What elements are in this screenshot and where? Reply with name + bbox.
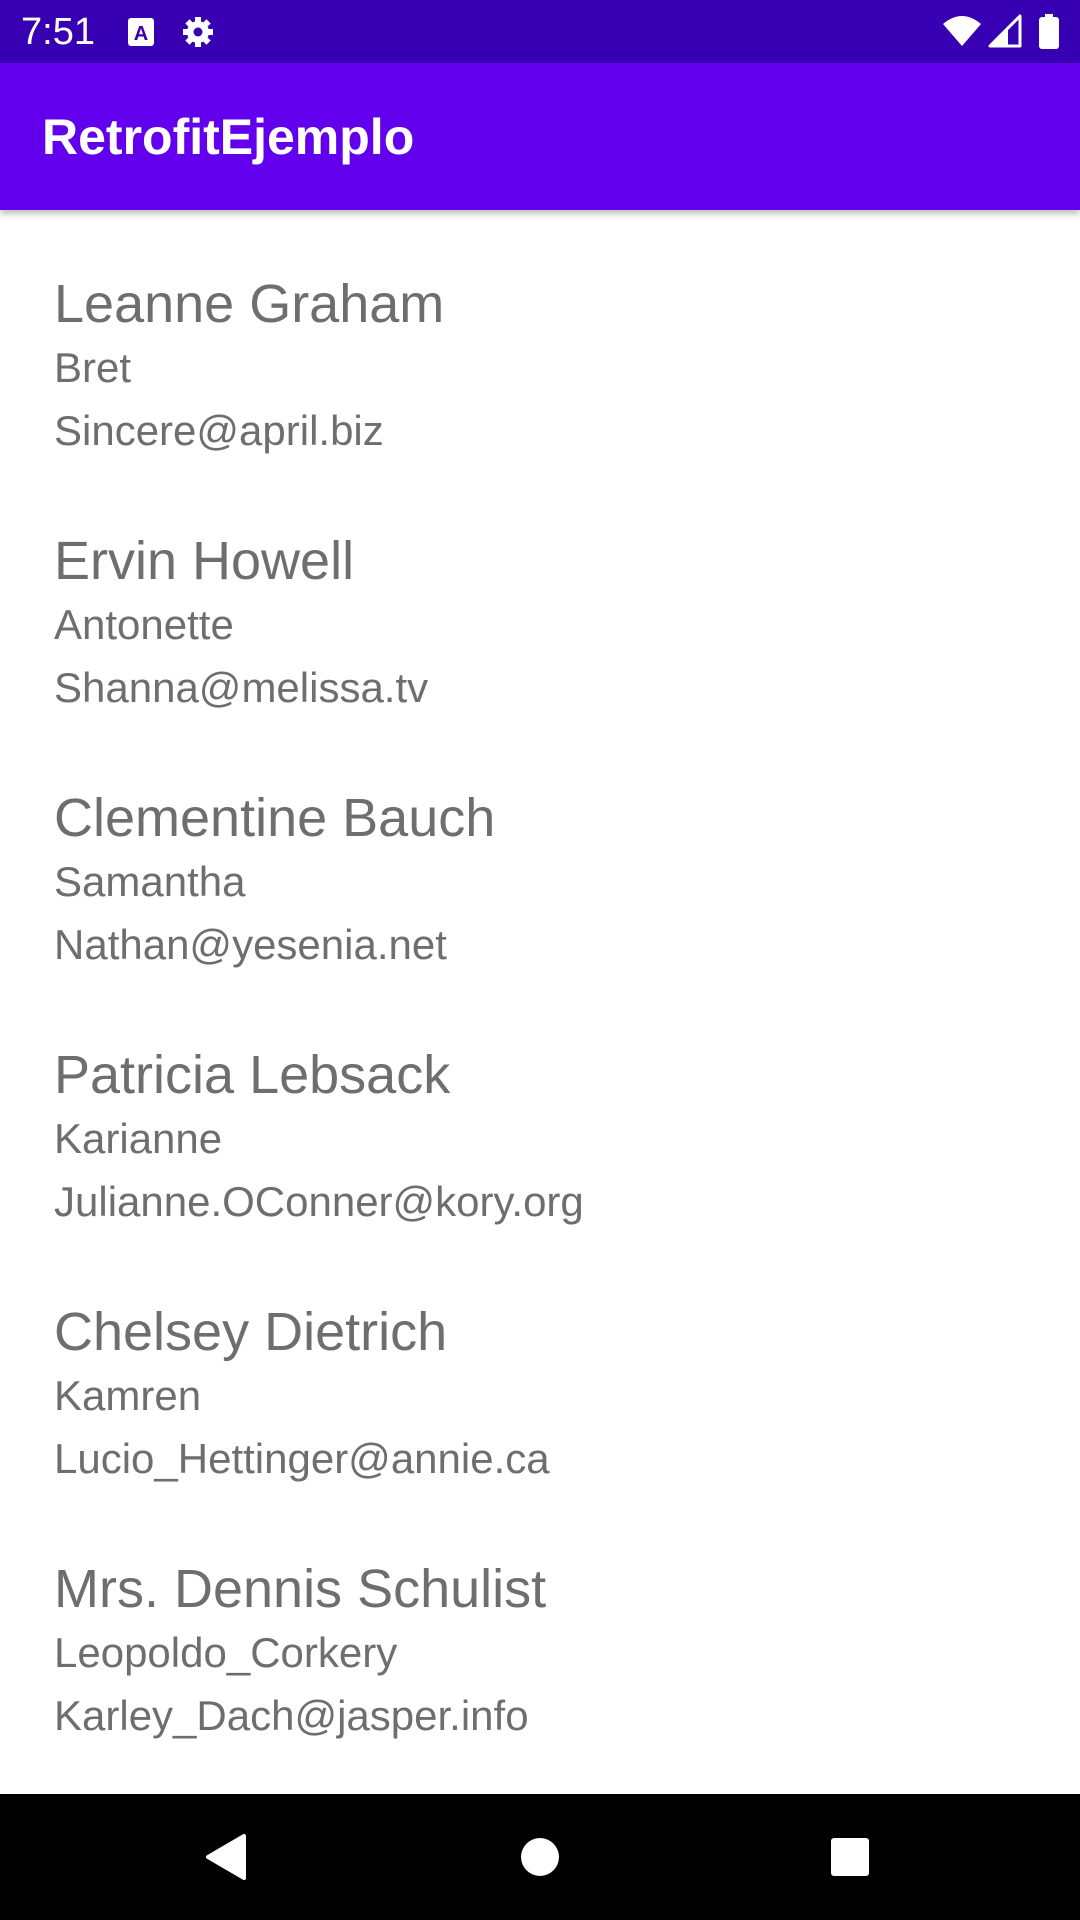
user-email: Lucio_Hettinger@annie.ca bbox=[54, 1435, 550, 1482]
user-email: Nathan@yesenia.net bbox=[54, 921, 447, 968]
user-email: Sincere@april.biz bbox=[54, 407, 384, 454]
user-list[interactable]: Leanne Graham Bret Sincere@april.biz Erv… bbox=[0, 212, 1080, 1794]
list-item[interactable]: Ervin Howell Antonette Shanna@melissa.tv bbox=[54, 529, 1034, 769]
user-email: Karley_Dach@jasper.info bbox=[54, 1692, 529, 1739]
user-username: Kamren bbox=[54, 1372, 202, 1419]
user-username: Bret bbox=[54, 344, 132, 391]
app-bar: RetrofitEjemplo bbox=[0, 63, 1080, 210]
svg-text:A: A bbox=[134, 23, 148, 45]
list-item[interactable]: Chelsey Dietrich Kamren Lucio_Hettinger@… bbox=[54, 1300, 1034, 1540]
back-icon[interactable] bbox=[190, 1824, 260, 1890]
user-name: Chelsey Dietrich bbox=[54, 1302, 448, 1362]
user-email: Julianne.OConner@kory.org bbox=[54, 1178, 584, 1225]
a-keyboard-icon: A bbox=[126, 14, 156, 50]
status-bar: 7:51 A bbox=[0, 0, 1080, 63]
cell-signal-icon bbox=[988, 14, 1022, 50]
user-username: Antonette bbox=[54, 601, 234, 648]
user-username: Samantha bbox=[54, 858, 246, 905]
app-title: RetrofitEjemplo bbox=[42, 109, 415, 165]
user-name: Mrs. Dennis Schulist bbox=[54, 1559, 547, 1619]
user-name: Patricia Lebsack bbox=[54, 1045, 451, 1105]
user-username: Karianne bbox=[54, 1115, 223, 1162]
user-name: Ervin Howell bbox=[54, 531, 355, 591]
nav-bar bbox=[0, 1794, 1080, 1920]
wifi-icon bbox=[942, 14, 982, 50]
user-email: Shanna@melissa.tv bbox=[54, 664, 429, 711]
recents-icon[interactable] bbox=[815, 1824, 885, 1890]
list-item[interactable]: Mrs. Dennis Schulist Leopoldo_Corkery Ka… bbox=[54, 1557, 1034, 1794]
list-item[interactable]: Leanne Graham Bret Sincere@april.biz bbox=[54, 272, 1034, 512]
list-item[interactable]: Clementine Bauch Samantha Nathan@yesenia… bbox=[54, 786, 1034, 1026]
status-time: 7:51 bbox=[21, 11, 95, 53]
user-name: Leanne Graham bbox=[54, 274, 445, 334]
battery-icon bbox=[1038, 14, 1060, 50]
user-username: Leopoldo_Corkery bbox=[54, 1629, 398, 1676]
user-name: Clementine Bauch bbox=[54, 788, 496, 848]
list-item[interactable]: Patricia Lebsack Karianne Julianne.OConn… bbox=[54, 1043, 1034, 1283]
gear-icon bbox=[180, 14, 216, 50]
home-icon[interactable] bbox=[505, 1824, 575, 1890]
